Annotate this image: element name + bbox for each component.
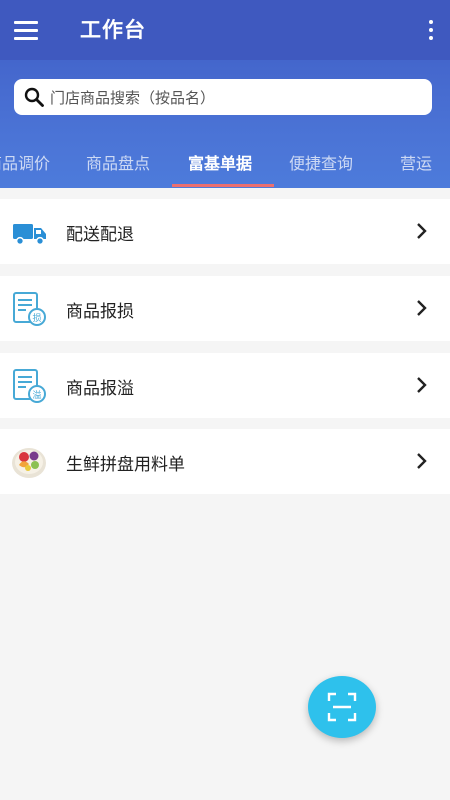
chevron-right-icon bbox=[417, 453, 427, 469]
hamburger-menu-icon[interactable] bbox=[14, 19, 40, 41]
chevron-right-icon bbox=[417, 223, 427, 239]
tab-operations[interactable]: 营运 bbox=[400, 150, 432, 174]
tab-quick-query[interactable]: 便捷查询 bbox=[289, 150, 353, 174]
chevron-right-icon bbox=[417, 300, 427, 316]
active-tab-indicator bbox=[172, 184, 274, 187]
chevron-right-icon bbox=[417, 377, 427, 393]
menu-item-goods-overflow[interactable]: 溢 商品报溢 bbox=[0, 353, 450, 418]
delivery-truck-icon bbox=[13, 224, 46, 246]
menu-item-label: 配送配退 bbox=[66, 225, 134, 245]
search-placeholder: 门店商品搜索（按品名） bbox=[50, 89, 216, 107]
overflow-badge-text: 溢 bbox=[32, 389, 41, 401]
menu-item-label: 商品报溢 bbox=[66, 379, 134, 399]
tab-fuji-documents[interactable]: 富基单据 bbox=[188, 150, 252, 174]
loss-badge-text: 损 bbox=[32, 312, 41, 324]
search-input[interactable]: 门店商品搜索（按品名） bbox=[14, 79, 432, 115]
tab-stocktake[interactable]: 商品盘点 bbox=[86, 150, 150, 174]
search-icon bbox=[24, 87, 44, 107]
scan-icon bbox=[327, 692, 357, 722]
menu-item-goods-loss[interactable]: 损 商品报损 bbox=[0, 276, 450, 341]
tab-bar: 商品调价 商品盘点 富基单据 便捷查询 营运 bbox=[0, 140, 450, 188]
menu-item-fresh-platter[interactable]: 生鲜拼盘用料单 bbox=[0, 429, 450, 494]
menu-item-label: 生鲜拼盘用料单 bbox=[66, 455, 185, 475]
scan-button[interactable] bbox=[308, 676, 376, 738]
more-vertical-icon[interactable] bbox=[428, 19, 434, 41]
document-loss-icon: 损 bbox=[13, 292, 46, 326]
tab-price-adjust[interactable]: 商品调价 bbox=[0, 150, 50, 174]
fruit-platter-icon bbox=[12, 448, 46, 478]
menu-item-label: 商品报损 bbox=[66, 302, 134, 322]
menu-item-delivery-return[interactable]: 配送配退 bbox=[0, 199, 450, 264]
app-bar: 工作台 bbox=[0, 0, 450, 60]
page-title: 工作台 bbox=[80, 18, 146, 42]
document-overflow-icon: 溢 bbox=[13, 369, 46, 403]
